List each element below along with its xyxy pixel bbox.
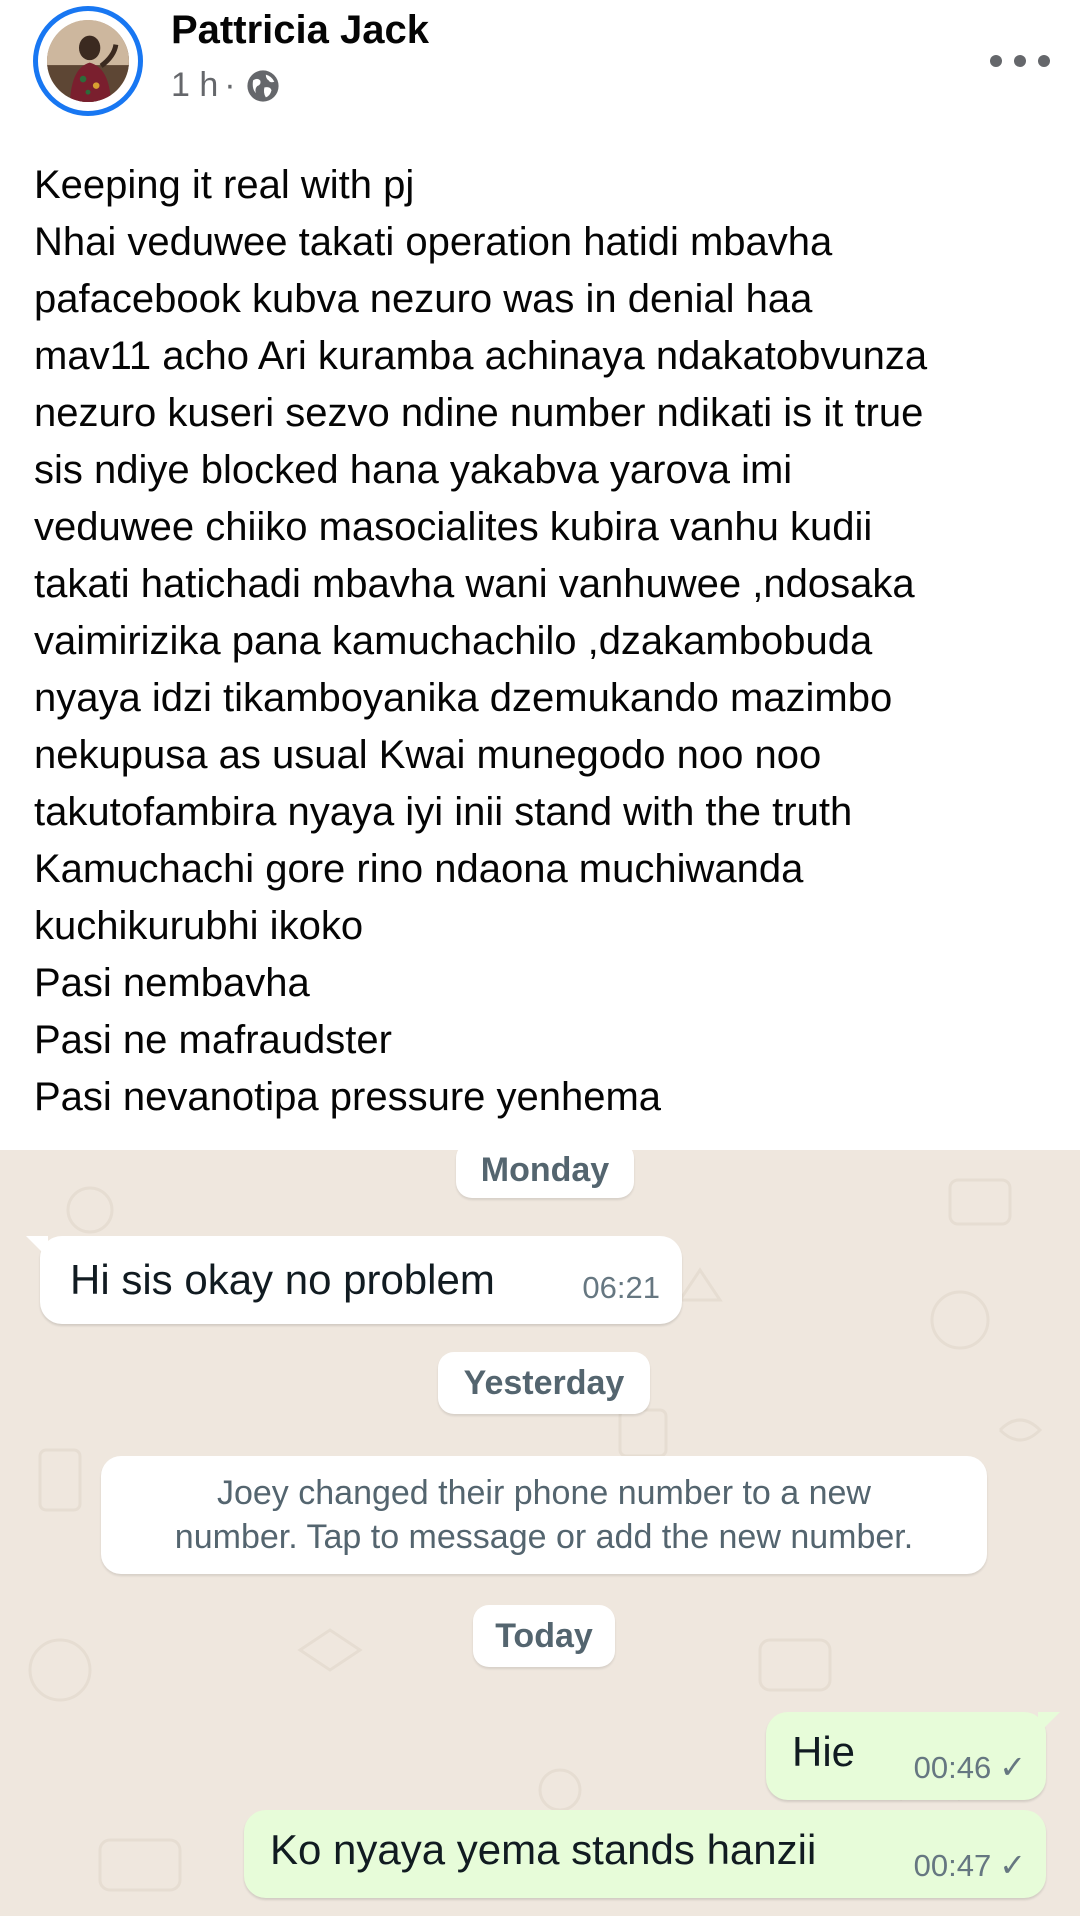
date-divider-today: Today [473,1605,615,1667]
message-time-value: 00:47 [913,1848,992,1883]
avatar[interactable] [47,20,129,102]
post-meta: 1 h · [171,66,280,105]
system-message-line: Joey changed their phone number to a new [216,1474,871,1512]
more-dot [990,55,1002,67]
post-text-line: mav11 acho Ari kuramba achinaya ndakatob… [34,334,928,378]
date-divider-monday: Monday [456,1150,634,1198]
bubble-tail [1038,1712,1060,1734]
system-message-line: number. Tap to message or add the new nu… [174,1518,914,1556]
post-text-line: Kamuchachi gore rino ndaona muchiwanda [34,847,804,891]
date-divider-yesterday: Yesterday [438,1352,650,1414]
more-dot [1014,55,1026,67]
avatar-photo [47,20,129,102]
sent-check-icon: ✓ [999,1847,1026,1883]
post-body: Keeping it real with pj Nhai veduwee tak… [34,157,1054,1126]
post-text-line: Pasi nevanotipa pressure yenhema [34,1075,662,1119]
message-text: Hi sis okay no problem [70,1256,495,1303]
post-text-line: pafacebook kubva nezuro was in denial ha… [34,277,813,321]
post-text-line: Keeping it real with pj [34,163,415,207]
sent-check-icon: ✓ [999,1749,1026,1785]
post-text-line: sis ndiye blocked hana yakabva yarova im… [34,448,793,492]
post-text-line: Nhai veduwee takati operation hatidi mba… [34,220,833,264]
message-time: 00:46 ✓ [914,1748,1026,1786]
post-text-line: veduwee chiiko masocialites kubira vanhu… [34,505,873,549]
chat-screenshot-image[interactable]: Monday Hi sis okay no problem 06:21 Yest… [0,1150,1080,1916]
post-time[interactable]: 1 h [171,66,218,105]
post-text-line: Pasi nembavha [34,961,310,1005]
post-text-line: Pasi ne mafraudster [34,1018,392,1062]
post-author-name[interactable]: Pattricia Jack [171,8,429,53]
message-text: Hie [792,1728,856,1775]
post-text-line: nekupusa as usual Kwai munegodo noo noo [34,733,822,777]
incoming-message-bubble[interactable]: Hi sis okay no problem 06:21 [26,1236,682,1324]
globe-icon[interactable] [246,69,280,103]
meta-separator: · [224,66,236,104]
message-time: 00:47 ✓ [914,1846,1026,1884]
post-text-line: kuchikurubhi ikoko [34,904,364,948]
outgoing-message-bubble[interactable]: Hie 00:46 ✓ [766,1712,1060,1800]
message-time: 06:21 [582,1270,660,1305]
system-message-number-changed[interactable]: Joey changed their phone number to a new… [101,1456,987,1574]
post-text-line: takutofambira nyaya iyi inii stand with … [34,790,853,834]
message-time-value: 00:46 [913,1750,992,1785]
post-text-line: nyaya idzi tikamboyanika dzemukando mazi… [34,676,893,720]
outgoing-message-bubble[interactable]: Ko nyaya yema stands hanzii 00:47 ✓ [244,1810,1046,1898]
post-text-line: takati hatichadi mbavha wani vanhuwee ,n… [34,562,915,606]
message-text: Ko nyaya yema stands hanzii [270,1826,817,1873]
post-text-line: vaimirizika pana kamuchachilo ,dzakambob… [34,619,873,663]
more-options-icon[interactable] [990,44,1050,78]
more-dot [1038,55,1050,67]
profile-avatar-ring[interactable] [33,6,143,116]
bubble-tail [26,1236,48,1258]
post-text-line: nezuro kuseri sezvo ndine number ndikati… [34,391,924,435]
